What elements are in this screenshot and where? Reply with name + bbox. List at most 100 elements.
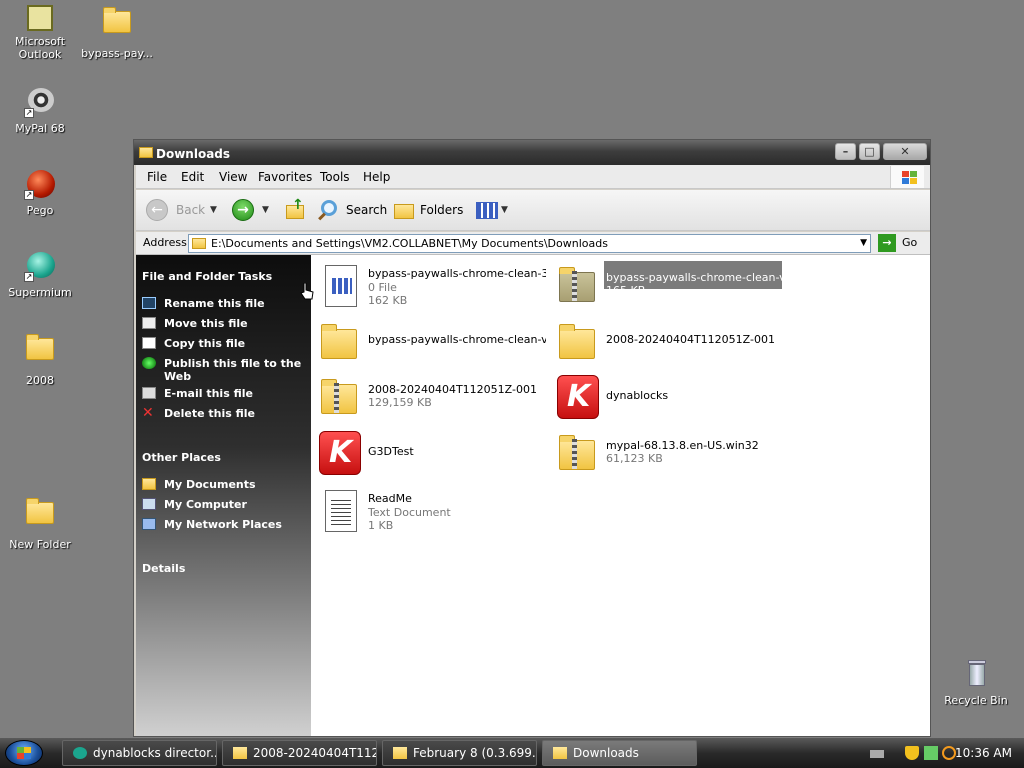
- app-icon: [73, 747, 87, 759]
- desktop-icon-label: Pego: [26, 204, 54, 217]
- keyboard-icon[interactable]: [870, 750, 884, 758]
- windows-logo-icon: [17, 747, 31, 759]
- address-bar: Address E:\Documents and Settings\VM2.CO…: [136, 232, 930, 255]
- toolbar: ← Back ▼ → ▼ ↑ Search Folders ▼: [136, 190, 930, 231]
- folder-icon: [24, 498, 56, 534]
- views-icon: [476, 202, 498, 219]
- go-button[interactable]: → Go: [878, 234, 924, 253]
- outlook-icon: [27, 5, 53, 31]
- task-publish-web[interactable]: Publish this file to the Web: [142, 357, 307, 383]
- folder-icon: [192, 238, 206, 249]
- folders-icon: [394, 204, 414, 219]
- zip-folder-icon: [553, 431, 601, 475]
- task-copy[interactable]: Copy this file: [142, 337, 307, 350]
- file-list: bypass-paywalls-chrome-clean-3.... 0 Fil…: [311, 255, 930, 736]
- views-button[interactable]: ▼: [474, 199, 514, 223]
- address-input[interactable]: E:\Documents and Settings\VM2.COLLABNET\…: [188, 234, 871, 253]
- file-item-selected[interactable]: bypass-paywalls-chrome-clean-v... 165 KB: [551, 261, 784, 307]
- close-button[interactable]: ✕: [883, 143, 927, 160]
- desktop-icon-label: New Folder: [9, 538, 71, 551]
- rename-icon: [142, 297, 156, 309]
- desktop-icon-label: bypass-pay...: [81, 47, 153, 60]
- desktop-icon-label: 2008: [26, 374, 54, 387]
- search-tray-icon[interactable]: [942, 746, 956, 760]
- file-item[interactable]: ReadMe Text Document 1 KB: [313, 486, 545, 532]
- menu-view[interactable]: View: [219, 170, 247, 184]
- other-places-heading[interactable]: Other Places: [142, 451, 221, 464]
- desktop-icon-supermium[interactable]: ↗ Supermium: [0, 250, 80, 299]
- desktop-icon-label: Microsoft Outlook: [14, 35, 66, 61]
- chevron-down-icon[interactable]: ▼: [262, 199, 269, 221]
- folder-icon: [553, 320, 601, 364]
- desktop-icon-mypal[interactable]: ↗ MyPal 68: [0, 86, 80, 135]
- task-delete[interactable]: ✕ Delete this file: [142, 405, 307, 421]
- place-my-computer[interactable]: My Computer: [142, 498, 307, 511]
- security-shield-icon[interactable]: [905, 746, 919, 760]
- copy-icon: [142, 337, 156, 349]
- task-pane: File and Folder Tasks Rename this file M…: [136, 255, 311, 736]
- file-item[interactable]: bypass-paywalls-chrome-clean-v...: [313, 318, 546, 364]
- file-item[interactable]: bypass-paywalls-chrome-clean-3.... 0 Fil…: [313, 261, 546, 307]
- desktop-icon-2008-folder[interactable]: 2008: [0, 332, 80, 387]
- explorer-window: Downloads – □ ✕ File Edit View Favorites…: [133, 139, 931, 737]
- place-my-network[interactable]: My Network Places: [142, 518, 307, 531]
- app-k-icon: [553, 375, 601, 419]
- menu-favorites[interactable]: Favorites: [258, 170, 312, 184]
- desktop-icon-outlook[interactable]: Microsoft Outlook: [0, 5, 80, 61]
- mypal-icon: ↗: [24, 86, 56, 118]
- forward-arrow-icon: →: [232, 199, 254, 221]
- email-icon: [142, 387, 156, 399]
- desktop-icon-bypass-folder[interactable]: bypass-pay...: [77, 5, 157, 60]
- taskbar-item-downloads[interactable]: Downloads: [542, 740, 697, 766]
- file-item[interactable]: dynablocks: [551, 373, 783, 419]
- taskbar-item-february[interactable]: February 8 (0.3.699.0): [382, 740, 537, 766]
- file-item[interactable]: 2008-20240404T112051Z-001 129,159 KB: [313, 373, 545, 419]
- address-label: Address: [143, 236, 187, 249]
- pego-icon: ↗: [24, 168, 56, 200]
- file-item[interactable]: mypal-68.13.8.en-US.win32 61,123 KB: [551, 429, 783, 475]
- network-tray-icon[interactable]: [924, 746, 938, 760]
- maximize-button[interactable]: □: [859, 143, 880, 160]
- start-button[interactable]: [5, 740, 43, 766]
- zip-folder-icon: [233, 747, 247, 759]
- app-k-icon: [315, 431, 363, 475]
- chevron-down-icon[interactable]: ▼: [210, 199, 217, 221]
- go-arrow-icon: →: [878, 234, 896, 252]
- file-folder-tasks-heading[interactable]: File and Folder Tasks: [142, 270, 272, 283]
- folder-icon: [315, 320, 363, 364]
- title-bar[interactable]: Downloads – □ ✕: [134, 140, 930, 165]
- menu-edit[interactable]: Edit: [181, 170, 204, 184]
- menu-bar: File Edit View Favorites Tools Help: [136, 165, 930, 189]
- windows-logo-icon: [890, 166, 924, 188]
- zip-folder-icon: [315, 375, 363, 419]
- file-item[interactable]: G3DTest: [313, 429, 545, 475]
- delete-x-icon: ✕: [142, 405, 154, 421]
- file-item[interactable]: 2008-20240404T112051Z-001: [551, 318, 783, 364]
- folder-icon: [553, 747, 567, 759]
- task-move[interactable]: Move this file: [142, 317, 307, 330]
- generic-file-icon: [315, 263, 363, 307]
- folder-icon: [139, 147, 153, 158]
- details-heading[interactable]: Details: [142, 562, 185, 575]
- up-folder-button[interactable]: ↑: [284, 198, 310, 223]
- task-email[interactable]: E-mail this file: [142, 387, 307, 400]
- menu-help[interactable]: Help: [363, 170, 390, 184]
- computer-icon: [142, 498, 156, 510]
- globe-icon: [142, 357, 156, 369]
- minimize-button[interactable]: –: [835, 143, 856, 160]
- menu-file[interactable]: File: [147, 170, 167, 184]
- desktop-icon-recycle-bin[interactable]: Recycle Bin: [936, 658, 1016, 707]
- desktop-icon-new-folder[interactable]: New Folder: [0, 496, 80, 551]
- taskbar-item-dynablocks[interactable]: dynablocks director...: [62, 740, 217, 766]
- move-icon: [142, 317, 156, 329]
- taskbar-item-2008-zip[interactable]: 2008-20240404T112...: [222, 740, 377, 766]
- task-rename[interactable]: Rename this file: [142, 297, 307, 310]
- text-document-icon: [315, 488, 363, 532]
- window-title: Downloads: [156, 147, 231, 161]
- desktop-icon-pego[interactable]: ↗ Pego: [0, 168, 80, 217]
- network-icon: [142, 518, 156, 530]
- menu-tools[interactable]: Tools: [320, 170, 350, 184]
- place-my-documents[interactable]: My Documents: [142, 478, 307, 491]
- address-dropdown-button[interactable]: ▼: [860, 235, 867, 252]
- clock[interactable]: 10:36 AM: [955, 746, 1012, 760]
